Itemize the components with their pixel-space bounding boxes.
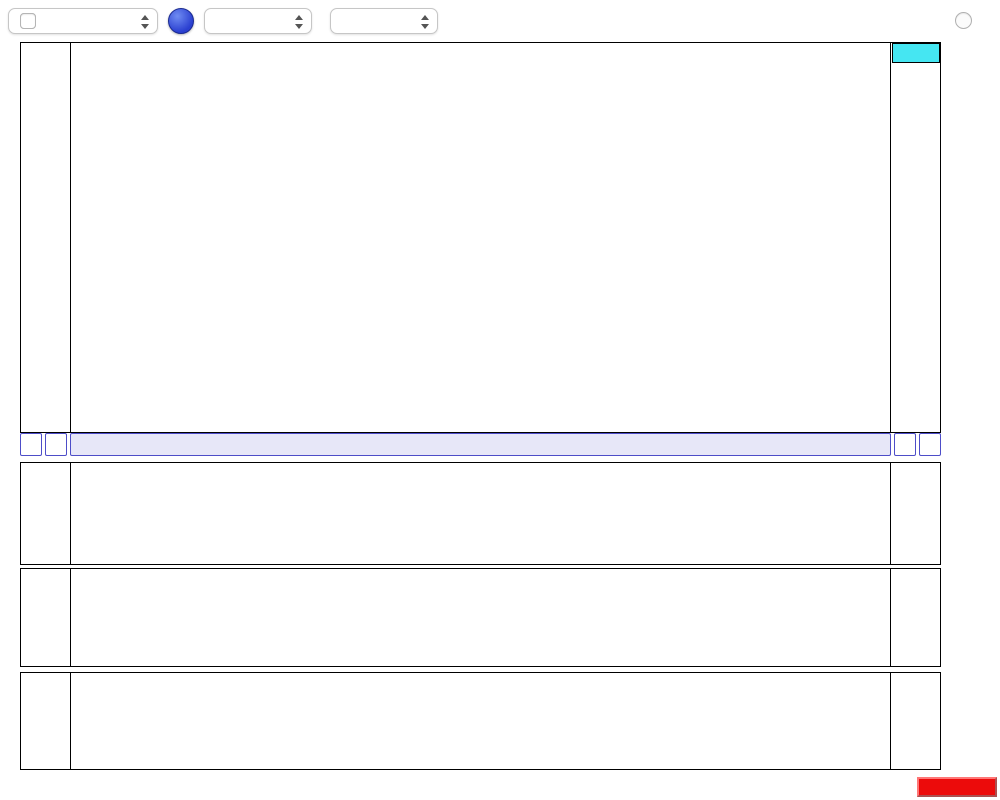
- toolbar-radio[interactable]: [955, 12, 972, 29]
- toolbar: [0, 0, 1000, 42]
- stepper-icon: [421, 14, 430, 30]
- stepper-icon: [141, 14, 150, 30]
- stochastic-plot-area[interactable]: [70, 673, 891, 769]
- date-axis-strip[interactable]: [70, 433, 891, 456]
- stepper-icon: [295, 14, 304, 30]
- price-plot-area[interactable]: [70, 43, 891, 432]
- period-select[interactable]: [204, 8, 312, 34]
- date-nav-bar: [20, 433, 941, 456]
- icv-panel: [20, 568, 941, 667]
- status-bar: [0, 772, 1000, 800]
- icv-plot-area[interactable]: [70, 569, 891, 666]
- macd-panel: [20, 462, 941, 565]
- scroll-next-button[interactable]: [894, 433, 916, 456]
- scroll-prev-button[interactable]: [45, 433, 67, 456]
- stochastic-panel: [20, 672, 941, 770]
- app-window: [0, 0, 1000, 800]
- price-chart-panel: [20, 42, 941, 433]
- scroll-first-button[interactable]: [20, 433, 42, 456]
- macd-plot-area[interactable]: [70, 463, 891, 564]
- current-price-tag: [892, 43, 940, 63]
- off-button[interactable]: [917, 777, 997, 797]
- checkbox-empty: [20, 13, 36, 29]
- chart-config-window-icon[interactable]: [448, 8, 474, 34]
- scroll-last-button[interactable]: [919, 433, 941, 456]
- help-button[interactable]: [168, 8, 194, 34]
- interval-select[interactable]: [330, 8, 438, 34]
